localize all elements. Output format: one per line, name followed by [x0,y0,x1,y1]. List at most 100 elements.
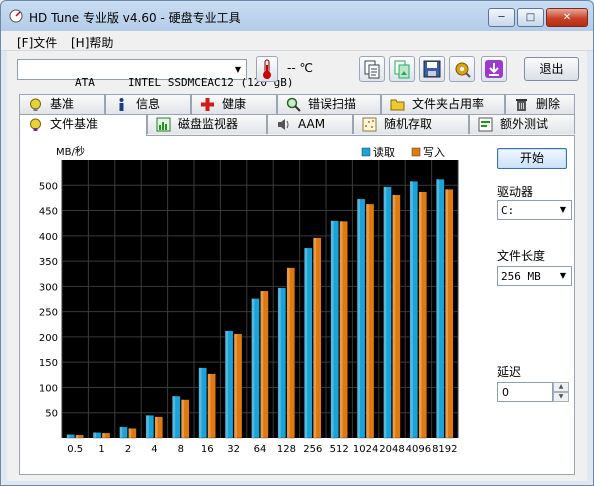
legend-swatch-read [361,147,371,157]
save-icon[interactable] [419,56,445,82]
write-bar-highlight [445,189,449,438]
chevron-down-icon: ▼ [234,65,242,74]
tab-aam[interactable]: AAM [267,114,353,134]
tab-label: 磁盘监视器 [178,117,239,131]
y-tick-label: 400 [39,232,58,243]
disk-monitor-icon [156,117,171,132]
thermometer-icon [256,56,278,82]
tab-label: 健康 [222,97,247,111]
read-bar-highlight [66,434,70,438]
write-bar-highlight [286,267,290,438]
tab-label: 额外测试 [500,117,549,131]
options-icon[interactable] [449,56,475,82]
legend-swatch-write [411,147,421,157]
write-bar-highlight [75,434,79,438]
tab-label: 删除 [536,97,561,111]
temperature-readout: -- ℃ [287,61,313,75]
tab-disk-monitor[interactable]: 磁盘监视器 [147,114,267,134]
app-window: HD Tune 专业版 v4.60 - 硬盘专业工具 ─ □ ✕ [F]文件 [… [0,0,594,486]
client-area: ATA INTEL SSDMCEAC12 (120 gB) ▼ -- ℃ 退出 … [7,51,587,481]
tab-random-access[interactable]: 随机存取 [353,114,469,134]
x-tick-label: 2 [125,444,131,455]
read-bar-highlight [330,220,334,438]
error-scan-icon [286,97,301,112]
exit-button[interactable]: 退出 [524,57,579,81]
x-tick-label: 64 [254,444,267,455]
spin-up-icon[interactable]: ▲ [553,382,569,392]
drive-label: 驱动器 [497,185,534,199]
write-bar-highlight [181,399,185,438]
x-tick-label: 0.5 [67,444,83,455]
tab-label: 基准 [50,97,75,111]
menu-help[interactable]: [H]帮助 [71,34,113,51]
tab-label: 文件基准 [50,117,99,131]
tab-benchmark[interactable]: 基准 [19,94,105,114]
delay-input[interactable]: 0 [497,382,553,402]
erase-icon [516,99,527,111]
tab-info[interactable]: 信息 [105,94,191,114]
tab-extra-tests[interactable]: 额外测试 [469,114,575,134]
delay-value: 0 [502,386,509,399]
x-tick-label: 2048 [379,444,404,455]
start-button[interactable]: 开始 [497,148,567,169]
read-bar-highlight [198,367,202,438]
x-tick-label: 8192 [432,444,457,455]
minimize-button[interactable]: ─ [488,8,515,27]
close-button[interactable]: ✕ [546,8,588,27]
tab-erase[interactable]: 删除 [505,94,575,114]
drive-selector[interactable]: ATA INTEL SSDMCEAC12 (120 gB) ▼ [17,59,294,89]
delay-label: 延迟 [497,365,522,379]
write-bar-highlight [234,333,237,438]
tab-label: 信息 [136,97,161,111]
y-tick-label: 250 [39,308,58,319]
tab-label: 文件夹占用率 [412,97,485,111]
read-bar-highlight [119,426,123,438]
hd-tune-app-icon [9,9,23,23]
tab-error-scan[interactable]: 错误扫描 [277,94,381,114]
y-tick-label: 350 [39,257,58,268]
delay-spinner[interactable]: ▲ ▼ [553,382,569,402]
health-icon [201,98,214,111]
file-length-dropdown[interactable]: 256 MB ▼ [497,266,572,286]
file-length-value: 256 MB [501,270,541,283]
title-bar[interactable]: HD Tune 专业版 v4.60 - 硬盘专业工具 ─ □ ✕ [1,1,593,31]
y-axis-label: MB/秒 [56,145,85,158]
copy-text-icon[interactable] [359,56,385,82]
read-bar-highlight [277,287,281,438]
x-tick-label: 1024 [353,444,378,455]
y-tick-label: 50 [45,409,58,420]
menu-bar: [F]文件 [H]帮助 [1,31,593,51]
download-icon[interactable] [481,56,507,82]
read-bar-highlight [304,247,308,438]
x-tick-label: 16 [201,444,214,455]
read-bar-highlight [357,198,360,438]
y-tick-label: 300 [39,282,58,293]
maximize-button[interactable]: □ [517,8,544,27]
x-tick-label: 32 [227,444,240,455]
info-icon [119,98,124,111]
spin-down-icon[interactable]: ▼ [553,392,569,402]
x-tick-label: 512 [330,444,349,455]
drive-dropdown[interactable]: C: ▼ [497,200,572,220]
tab-folder-usage[interactable]: 文件夹占用率 [381,94,505,114]
y-tick-label: 500 [39,181,58,192]
write-bar-highlight [313,237,317,438]
read-bar-highlight [251,298,255,438]
legend-label-write: 写入 [423,146,445,159]
y-tick-label: 100 [39,383,58,394]
tab-file-benchmark[interactable]: 文件基准 [19,114,147,136]
copy-screen-icon[interactable] [389,56,415,82]
chart-svg: 50 100 150 200 250 300 350 400 450 500 0.5 1 2 4 8 16 32… [24,142,462,462]
write-bar-highlight [366,203,369,438]
read-bar-highlight [225,330,228,438]
drive-dropdown-value: C: [501,204,515,217]
y-tick-label: 450 [39,207,58,218]
speaker-icon [278,119,289,130]
menu-file[interactable]: [F]文件 [17,34,57,51]
x-tick-label: 4096 [406,444,431,455]
legend-label-read: 读取 [373,145,395,159]
tab-health[interactable]: 健康 [191,94,277,114]
extra-tests-icon [478,117,493,132]
x-tick-label: 256 [303,444,322,455]
transfer-rate-chart: 50 100 150 200 250 300 350 400 450 500 0.5 1 2 4 8 16 32… [24,142,462,462]
